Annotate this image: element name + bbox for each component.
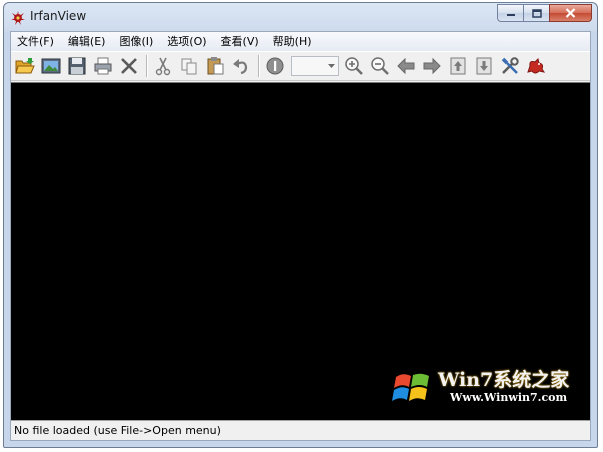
menu-view[interactable]: 查看(V) bbox=[214, 32, 266, 51]
open-button[interactable] bbox=[13, 54, 37, 78]
previous-icon bbox=[397, 57, 415, 75]
menu-file[interactable]: 文件(F) bbox=[11, 32, 61, 51]
info-button[interactable] bbox=[263, 54, 287, 78]
menu-image[interactable]: 图像(I) bbox=[112, 32, 160, 51]
undo-icon bbox=[233, 59, 248, 75]
cut-button[interactable] bbox=[151, 54, 175, 78]
undo-button[interactable] bbox=[229, 54, 253, 78]
last-page-icon bbox=[476, 57, 492, 75]
toolbar-separator bbox=[146, 55, 148, 77]
first-page-button[interactable] bbox=[446, 54, 470, 78]
info-icon bbox=[266, 57, 284, 75]
next-icon bbox=[423, 57, 441, 75]
windows-logo-icon bbox=[392, 373, 429, 401]
copy-button[interactable] bbox=[177, 54, 201, 78]
close-icon bbox=[565, 8, 576, 18]
copy-icon bbox=[181, 58, 197, 75]
maximize-button[interactable] bbox=[523, 4, 549, 22]
slideshow-icon bbox=[41, 58, 61, 74]
next-button[interactable] bbox=[420, 54, 444, 78]
client-area: 文件(F) 编辑(E) 图像(I) 选项(O) 查看(V) 帮助(H) Win7… bbox=[10, 31, 591, 441]
irfanview-logo-icon bbox=[11, 11, 25, 25]
toolbar bbox=[11, 51, 590, 81]
zoom-in-button[interactable] bbox=[342, 54, 366, 78]
slideshow-button[interactable] bbox=[39, 54, 63, 78]
status-text: No file loaded (use File->Open menu) bbox=[14, 424, 221, 437]
status-bar: No file loaded (use File->Open menu) bbox=[11, 420, 590, 440]
maximize-icon bbox=[531, 8, 542, 18]
print-button[interactable] bbox=[91, 54, 115, 78]
menu-bar: 文件(F) 编辑(E) 图像(I) 选项(O) 查看(V) 帮助(H) bbox=[11, 32, 590, 51]
about-icon bbox=[527, 58, 546, 74]
close-button[interactable] bbox=[549, 4, 592, 22]
print-icon bbox=[94, 57, 112, 75]
properties-button[interactable] bbox=[498, 54, 522, 78]
toolbar-separator bbox=[258, 55, 260, 77]
watermark-title: Win7系统之家 bbox=[438, 369, 570, 391]
irfanview-window: IrfanView 文件(F) 编辑(E) 图像(I) 选项(O) 查看(V) … bbox=[3, 2, 598, 448]
menu-edit[interactable]: 编辑(E) bbox=[61, 32, 113, 51]
image-canvas[interactable]: Win7系统之家 Www.Winwin7.com bbox=[11, 82, 590, 421]
cut-icon bbox=[155, 57, 171, 76]
last-page-button[interactable] bbox=[472, 54, 496, 78]
first-page-icon bbox=[450, 57, 466, 75]
menu-options[interactable]: 选项(O) bbox=[160, 32, 213, 51]
properties-icon bbox=[501, 57, 519, 74]
window-title: IrfanView bbox=[30, 9, 87, 23]
minimize-button[interactable] bbox=[497, 4, 523, 22]
paste-button[interactable] bbox=[203, 54, 227, 78]
caption-buttons bbox=[497, 4, 592, 22]
title-bar[interactable]: IrfanView bbox=[4, 3, 597, 31]
save-button[interactable] bbox=[65, 54, 89, 78]
about-button[interactable] bbox=[524, 54, 548, 78]
delete-button[interactable] bbox=[117, 54, 141, 78]
open-folder-icon bbox=[15, 58, 35, 74]
delete-icon bbox=[121, 58, 137, 74]
watermark: Win7系统之家 Www.Winwin7.com bbox=[390, 363, 580, 413]
zoom-out-icon bbox=[371, 57, 389, 75]
chevron-down-icon[interactable] bbox=[325, 57, 338, 75]
previous-button[interactable] bbox=[394, 54, 418, 78]
zoom-out-button[interactable] bbox=[368, 54, 392, 78]
menu-help[interactable]: 帮助(H) bbox=[266, 32, 319, 51]
watermark-url: Www.Winwin7.com bbox=[450, 391, 568, 404]
zoom-combo[interactable] bbox=[291, 56, 339, 76]
paste-icon bbox=[207, 57, 224, 75]
save-icon bbox=[68, 57, 86, 75]
minimize-icon bbox=[506, 14, 515, 16]
zoom-in-icon bbox=[345, 57, 363, 75]
